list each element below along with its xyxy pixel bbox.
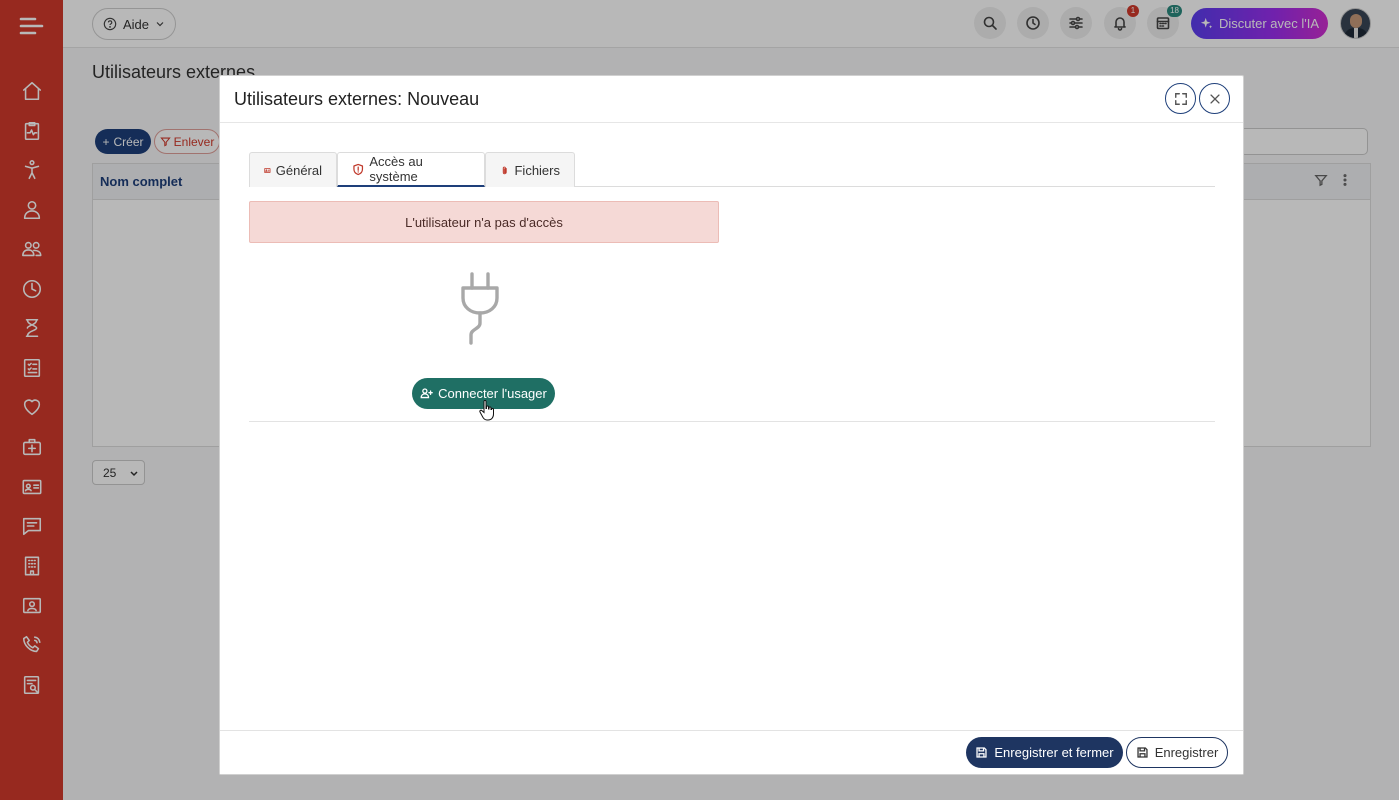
save-and-close-button[interactable]: Enregistrer et fermer [966,737,1123,768]
tab-system-access-label: Accès au système [369,154,423,184]
dialog-title: Utilisateurs externes: Nouveau [234,89,480,109]
save-label: Enregistrer [1154,745,1219,760]
new-external-user-dialog: Utilisateurs externes: Nouveau Général A… [219,75,1244,775]
dialog-header: Utilisateurs externes: Nouveau [220,76,1243,123]
close-button[interactable] [1199,83,1230,114]
save-icon [1137,747,1148,758]
plug-illustration [452,271,508,347]
paperclip-icon [502,166,507,174]
save-and-close-label: Enregistrer et fermer [994,745,1114,760]
user-plus-icon [420,388,433,399]
shield-icon [353,163,364,175]
no-access-alert: L'utilisateur n'a pas d'accès [249,201,719,243]
tab-system-access[interactable]: Accès au système [337,152,485,187]
id-card-icon [264,167,271,173]
tab-files[interactable]: Fichiers [485,152,575,187]
tab-general[interactable]: Général [249,152,337,187]
fullscreen-icon [1174,92,1187,105]
tab-files-label: Fichiers [514,162,560,178]
hand-cursor-icon [479,400,494,421]
tab-general-label: Général [275,162,322,178]
save-button[interactable]: Enregistrer [1126,737,1228,768]
dialog-footer: Enregistrer et fermer Enregistrer [220,730,1243,774]
close-icon [1209,93,1220,104]
content-divider [249,421,1215,422]
dialog-tabs: Général Accès au système Fichiers [249,152,1215,187]
maximize-button[interactable] [1165,83,1196,114]
save-icon [976,747,988,758]
plug-icon [461,272,499,345]
